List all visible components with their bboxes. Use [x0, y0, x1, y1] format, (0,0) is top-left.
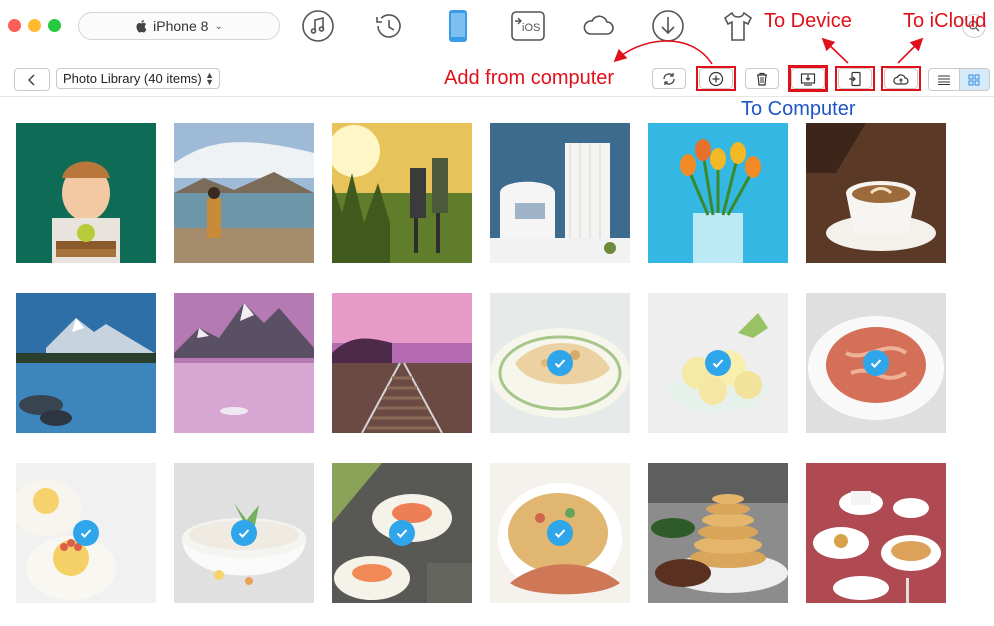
history-icon[interactable] [371, 8, 407, 44]
photo-thumbnail[interactable] [16, 463, 156, 603]
grid-view-icon [968, 74, 980, 85]
checkmark-icon[interactable] [547, 520, 573, 546]
refresh-button[interactable] [652, 68, 686, 89]
annotation-add-from-computer: Add from computer [444, 67, 615, 89]
photo-thumbnail[interactable] [332, 123, 472, 263]
select-arrows-icon: ▲ ▼ [205, 70, 214, 87]
photo-image [332, 293, 472, 433]
checkmark-icon[interactable] [231, 520, 257, 546]
photo-image [16, 293, 156, 433]
photo-thumbnail[interactable] [16, 123, 156, 263]
photo-thumbnail[interactable] [648, 293, 788, 433]
photo-image [16, 123, 156, 263]
back-button[interactable] [14, 68, 50, 91]
photo-thumbnail[interactable] [174, 463, 314, 603]
photo-image [806, 123, 946, 263]
chevron-down-icon: ⌄ [214, 20, 223, 32]
photo-thumbnail[interactable] [332, 293, 472, 433]
to-icloud-highlight [881, 66, 921, 91]
checkmark-icon[interactable] [863, 350, 889, 376]
device-selector[interactable]: iPhone 8 ⌄ [78, 12, 280, 40]
download-icon[interactable] [650, 8, 686, 44]
photo-thumbnail[interactable] [648, 463, 788, 603]
trash-icon [757, 72, 767, 86]
music-icon[interactable] [300, 8, 336, 44]
photo-image [174, 293, 314, 433]
photo-image [490, 123, 630, 263]
checkmark-icon[interactable] [73, 520, 99, 546]
checkmark-icon[interactable] [547, 350, 573, 376]
device-name: iPhone 8 [153, 18, 209, 34]
to-device-highlight [835, 66, 875, 91]
checkmark-icon[interactable] [389, 520, 415, 546]
annotation-to-device: To Device [764, 10, 852, 32]
photo-thumbnail[interactable] [174, 123, 314, 263]
photo-image [648, 463, 788, 603]
photo-thumbnail[interactable] [490, 123, 630, 263]
photo-thumbnail[interactable] [648, 123, 788, 263]
photo-thumbnail[interactable] [806, 463, 946, 603]
photo-thumbnail[interactable] [806, 123, 946, 263]
view-toggle [928, 68, 990, 91]
to-computer-highlight [788, 65, 828, 92]
library-label: Photo Library (40 items) [63, 71, 202, 86]
maximize-window-button[interactable] [48, 19, 61, 32]
library-selector[interactable]: Photo Library (40 items) ▲ ▼ [56, 68, 220, 89]
photo-image [174, 123, 314, 263]
refresh-icon [663, 72, 675, 85]
photo-image [806, 463, 946, 603]
cloud-icon[interactable] [580, 8, 616, 44]
add-button-highlight [696, 66, 736, 91]
photo-image [648, 123, 788, 263]
annotation-to-icloud: To iCloud [903, 10, 987, 32]
ios-label: iOS [522, 22, 540, 34]
tshirt-icon[interactable] [720, 8, 756, 44]
list-view-icon [937, 75, 950, 85]
checkmark-icon[interactable] [705, 350, 731, 376]
photo-thumbnail[interactable] [16, 293, 156, 433]
photo-image [332, 123, 472, 263]
photo-thumbnail[interactable] [490, 293, 630, 433]
photo-thumbnail[interactable] [806, 293, 946, 433]
apple-icon [136, 20, 147, 33]
grid-view-button[interactable] [958, 69, 989, 90]
phone-icon[interactable] [440, 8, 476, 44]
delete-button[interactable] [745, 68, 779, 89]
photo-thumbnail[interactable] [174, 293, 314, 433]
close-window-button[interactable] [8, 19, 21, 32]
annotation-to-computer: To Computer [741, 98, 856, 120]
photo-thumbnail[interactable] [332, 463, 472, 603]
toolbar-divider [0, 96, 994, 97]
list-view-button[interactable] [929, 69, 959, 90]
ios-transfer-icon[interactable]: iOS [510, 8, 546, 44]
minimize-window-button[interactable] [28, 19, 41, 32]
chevron-left-icon [27, 73, 35, 86]
photo-thumbnail[interactable] [490, 463, 630, 603]
